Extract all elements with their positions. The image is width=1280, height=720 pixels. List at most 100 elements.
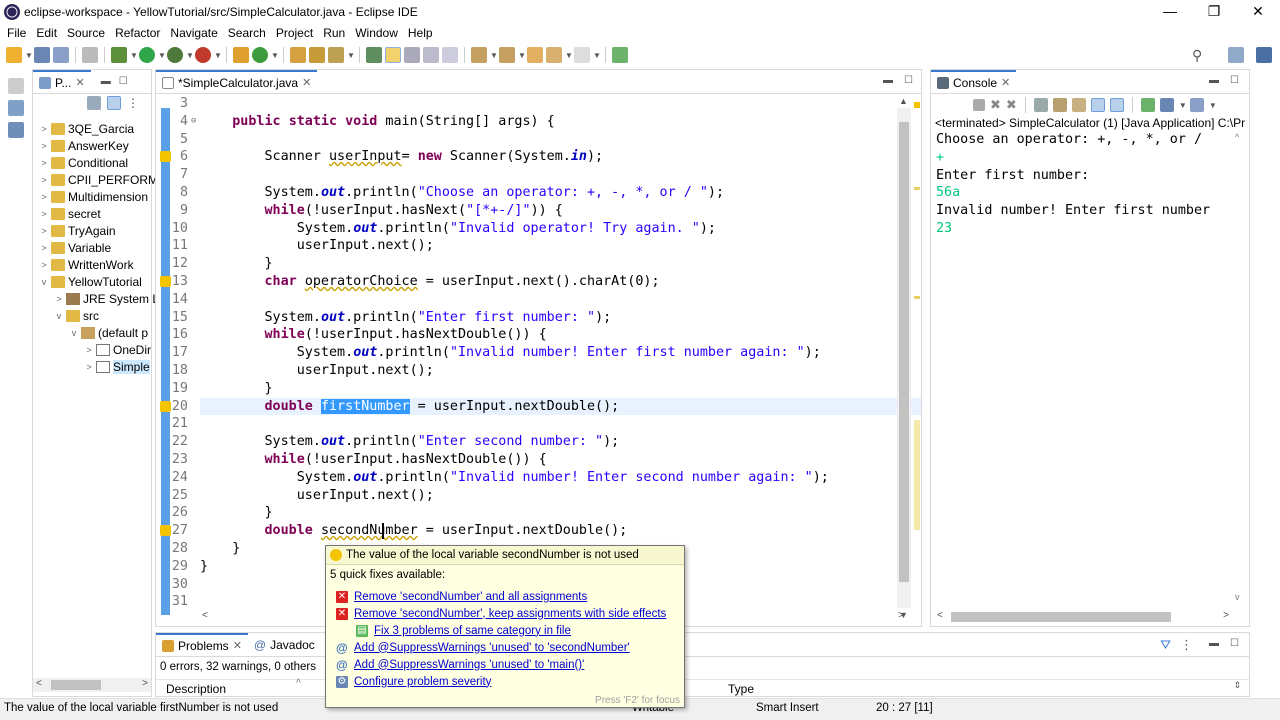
search-tool-icon[interactable]: [328, 47, 344, 63]
toggle-breadcrumb-icon[interactable]: [366, 47, 382, 63]
code-line[interactable]: 25 userInput.next();: [156, 487, 896, 505]
run-icon[interactable]: [139, 47, 155, 63]
chevron-down-icon[interactable]: v: [39, 277, 49, 287]
code-line[interactable]: 7: [156, 166, 896, 184]
tab-problems[interactable]: Problems ✕: [156, 632, 248, 657]
code-line[interactable]: 4 public static void main(String[] args)…: [156, 113, 896, 131]
remove-all-launches-icon[interactable]: ✖: [1006, 97, 1017, 113]
link-with-editor-icon[interactable]: [107, 96, 121, 110]
save-all-icon[interactable]: [53, 47, 69, 63]
open-task-icon[interactable]: [309, 47, 325, 63]
mark-occurrences-icon[interactable]: [385, 47, 401, 63]
word-wrap-icon[interactable]: [1071, 98, 1086, 112]
menu-run[interactable]: Run: [318, 26, 350, 40]
minimize-icon[interactable]: ▬: [883, 75, 893, 86]
fold-icon[interactable]: ⊖: [191, 113, 196, 131]
pin-editor-icon[interactable]: [612, 47, 628, 63]
menu-refactor[interactable]: Refactor: [110, 26, 165, 40]
scroll-up-icon[interactable]: ▲: [899, 96, 908, 106]
filter-icon[interactable]: ⛛: [1160, 637, 1171, 653]
chevron-right-icon[interactable]: >: [39, 141, 49, 151]
explorer-hscroll[interactable]: < >: [33, 678, 151, 692]
dropdown-arrow-icon[interactable]: ▼: [158, 51, 166, 60]
dropdown-arrow-icon[interactable]: ▼: [490, 51, 498, 60]
scroll-right-icon[interactable]: >: [1223, 610, 1229, 621]
code-line[interactable]: 13 char operatorChoice = userInput.next(…: [156, 273, 896, 291]
menu-source[interactable]: Source: [62, 26, 110, 40]
tab-javadoc[interactable]: @ Javadoc: [248, 633, 321, 657]
dropdown-arrow-icon[interactable]: ▼: [25, 51, 33, 60]
close-icon[interactable]: ✕: [1001, 76, 1010, 89]
column-description[interactable]: Description: [166, 682, 226, 696]
code-line[interactable]: 15 System.out.println("Enter first numbe…: [156, 309, 896, 327]
last-edit-location-icon[interactable]: [527, 47, 543, 63]
debug-icon[interactable]: [111, 47, 127, 63]
forward-icon[interactable]: [574, 47, 590, 63]
occurrence-overview-icon[interactable]: [914, 420, 920, 530]
menu-file[interactable]: File: [2, 26, 31, 40]
terminate-icon[interactable]: [973, 99, 985, 111]
warning-overview-icon[interactable]: [914, 102, 920, 108]
dropdown-arrow-icon[interactable]: ▼: [1209, 101, 1217, 110]
chevron-right-icon[interactable]: >: [39, 209, 49, 219]
tab-package-explorer[interactable]: P... ✕: [33, 69, 91, 94]
code-line[interactable]: 22 System.out.println("Enter second numb…: [156, 433, 896, 451]
quick-fix-item[interactable]: ▤ Fix 3 problems of same category in file: [356, 622, 571, 639]
code-line[interactable]: 8 System.out.println("Choose an operator…: [156, 184, 896, 202]
open-perspective-icon[interactable]: [1228, 47, 1244, 63]
tab-console[interactable]: Console ✕: [931, 69, 1017, 94]
scroll-right-icon[interactable]: >: [898, 610, 904, 621]
scroll-down-icon[interactable]: v: [1235, 592, 1240, 602]
warning-icon[interactable]: [160, 151, 171, 163]
scroll-left-icon[interactable]: <: [36, 678, 42, 689]
collapse-all-icon[interactable]: [87, 96, 101, 110]
code-line[interactable]: 21: [156, 415, 896, 433]
code-line[interactable]: 12 }: [156, 255, 896, 273]
save-icon[interactable]: [34, 47, 50, 63]
code-line[interactable]: 6 Scanner userInput= new Scanner(System.…: [156, 148, 896, 166]
code-line[interactable]: 3: [156, 95, 896, 113]
close-icon[interactable]: ✕: [233, 639, 242, 652]
java-perspective-icon[interactable]: [1256, 47, 1272, 63]
chevron-right-icon[interactable]: >: [84, 345, 94, 355]
dropdown-arrow-icon[interactable]: ▼: [593, 51, 601, 60]
quick-fix-link[interactable]: Configure problem severity: [354, 676, 491, 688]
scroll-thumb[interactable]: [899, 122, 909, 582]
scroll-up-down-icon[interactable]: ⇕: [1233, 680, 1241, 691]
code-line[interactable]: 27 double secondNumber = userInput.nextD…: [156, 522, 896, 540]
warning-icon[interactable]: [160, 525, 171, 537]
minimize-icon[interactable]: ▬: [1209, 638, 1219, 649]
code-line[interactable]: 11 userInput.next();: [156, 237, 896, 255]
code-line[interactable]: 16 while(!userInput.hasNextDouble()) {: [156, 326, 896, 344]
scroll-left-icon[interactable]: <: [937, 610, 943, 621]
code-line[interactable]: 24 System.out.println("Invalid number! E…: [156, 469, 896, 487]
code-line[interactable]: 5: [156, 131, 896, 149]
back-icon[interactable]: [546, 47, 562, 63]
dropdown-arrow-icon[interactable]: ▼: [130, 51, 138, 60]
view-menu-icon[interactable]: ⋮: [127, 96, 139, 110]
maximize-icon[interactable]: ☐: [904, 75, 913, 86]
status-insert-mode[interactable]: Smart Insert: [756, 702, 819, 714]
code-line[interactable]: 20 double firstNumber = userInput.nextDo…: [160, 397, 921, 416]
dropdown-arrow-icon[interactable]: ▼: [186, 51, 194, 60]
previous-annotation-icon[interactable]: [499, 47, 515, 63]
menu-help[interactable]: Help: [403, 26, 438, 40]
dropdown-arrow-icon[interactable]: ▼: [1179, 101, 1187, 110]
code-line[interactable]: 9 while(!userInput.hasNext("[*+-/]")) {: [156, 202, 896, 220]
console-output[interactable]: Choose an operator: +, -, *, or / + Enter …: [931, 132, 1231, 602]
scroll-thumb[interactable]: [51, 680, 101, 690]
chevron-right-icon[interactable]: >: [39, 243, 49, 253]
chevron-right-icon[interactable]: >: [39, 226, 49, 236]
code-line[interactable]: 23 while(!userInput.hasNextDouble()) {: [156, 451, 896, 469]
maximize-icon[interactable]: ☐: [1230, 638, 1239, 649]
scroll-left-icon[interactable]: <: [202, 610, 208, 621]
quick-fix-link[interactable]: Remove 'secondNumber' and all assignment…: [354, 591, 587, 603]
console-hscroll[interactable]: < >: [935, 610, 1231, 624]
column-type[interactable]: Type: [728, 682, 754, 696]
show-whitespace-icon[interactable]: [442, 47, 458, 63]
scroll-thumb[interactable]: [951, 612, 1171, 622]
scroll-lock-icon[interactable]: [1052, 98, 1067, 112]
scroll-up-icon[interactable]: ^: [1235, 132, 1239, 142]
tab-simplecalculator[interactable]: *SimpleCalculator.java ✕: [156, 69, 318, 94]
show-on-stdout-icon[interactable]: [1090, 98, 1105, 112]
